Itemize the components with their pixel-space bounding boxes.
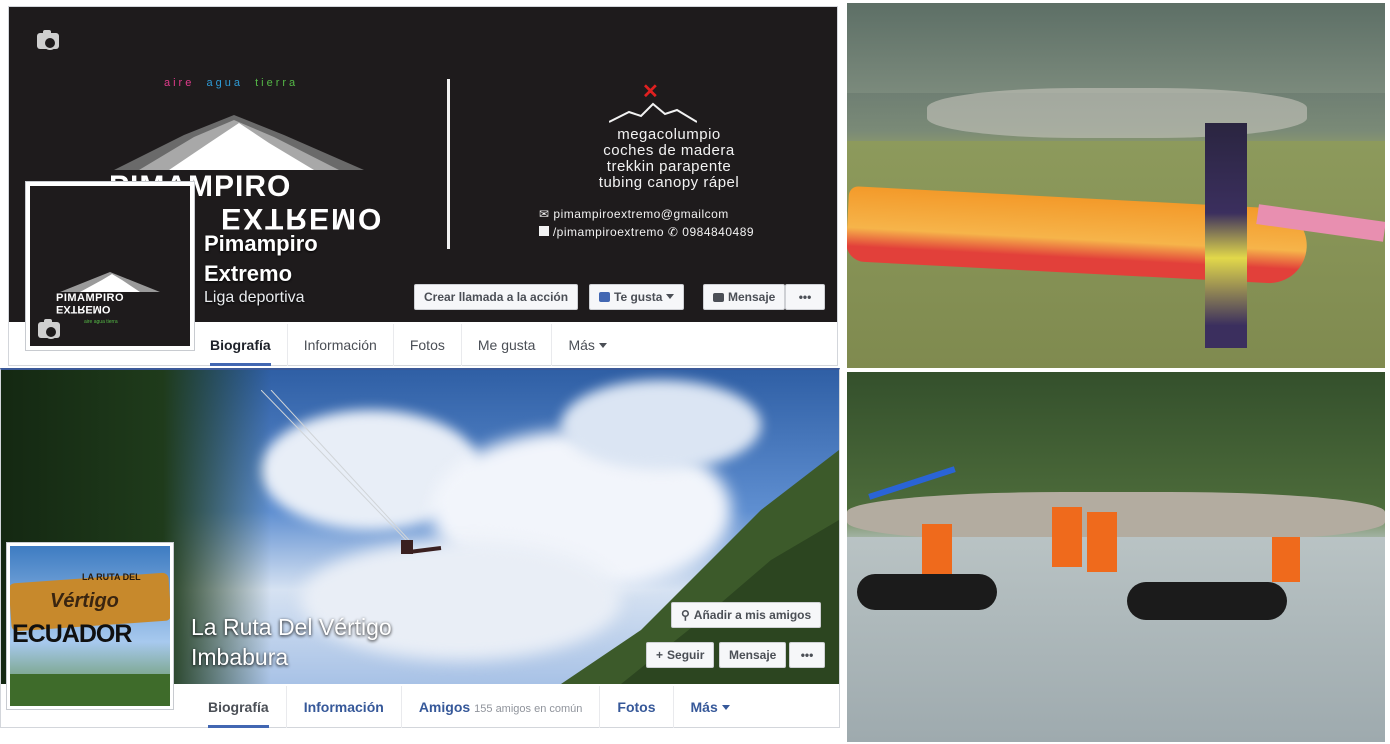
add-friend-label: Añadir a mis amigos [693, 608, 812, 622]
chevron-down-icon [666, 294, 675, 299]
tab-biografia[interactable]: Biografía [191, 686, 287, 728]
chevron-down-icon [598, 343, 607, 348]
tab-mas-label: Más [568, 337, 595, 353]
tagline-word: tierra [255, 77, 299, 89]
person [1052, 507, 1082, 567]
person [1272, 537, 1300, 582]
tab-mas-label: Más [690, 699, 718, 715]
tab-fotos[interactable]: Fotos [394, 324, 462, 366]
page-category[interactable]: Liga deportiva [204, 289, 305, 307]
plus-icon: + [656, 648, 664, 662]
tab-informacion[interactable]: Información [288, 324, 394, 366]
chevron-down-icon [721, 705, 730, 710]
logo-text-middle: Vértigo [50, 590, 119, 612]
message-button[interactable]: Mensaje [703, 284, 786, 310]
page-title[interactable]: Pimampiro Extremo [204, 229, 318, 289]
facebook-profile-la-ruta: La Ruta Del Vértigo Imbabura ⚲ Añadir a m… [0, 368, 840, 728]
town [927, 88, 1307, 138]
profile-name[interactable]: La Ruta Del Vértigo Imbabura [191, 612, 392, 672]
phone-number: 0984840489 [682, 225, 755, 239]
follow-label: Seguir [667, 648, 705, 662]
tagline-word: aire [164, 77, 195, 89]
profile-picture[interactable]: PIMAMPIRO EXTREMO aire agua tierra [25, 181, 195, 351]
tab-informacion[interactable]: Información [287, 686, 402, 728]
facebook-page-pimampiro: aire agua tierra PIMAMPIRO EXTREMO ✕ meg… [8, 6, 838, 366]
camera-icon[interactable] [38, 319, 60, 339]
paragliding-photo[interactable] [847, 3, 1385, 368]
services-list: megacolumpio coches de madera trekkin pa… [569, 127, 769, 191]
facebook-icon [539, 226, 549, 236]
service-item: tubing canopy rápel [598, 174, 740, 191]
like-label: Te gusta [614, 290, 663, 304]
mountain-line-icon [609, 102, 697, 123]
message-label: Mensaje [728, 290, 776, 304]
mountain-logo [60, 272, 160, 292]
profile-name-line: Imbabura [191, 644, 289, 670]
profile-tabs: Biografía Información Amigos 155 amigos e… [191, 686, 747, 728]
person [922, 524, 952, 574]
tree-line [10, 674, 170, 706]
tab-amigos-label: Amigos [418, 699, 471, 715]
red-x-mark: ✕ [642, 81, 659, 103]
avatar-tagline: aire agua tierra [84, 319, 118, 325]
message-icon [713, 293, 724, 302]
profile-name-line: La Ruta Del Vértigo [191, 614, 392, 640]
mountain-logo [114, 115, 364, 170]
more-options-button[interactable]: ••• [789, 642, 825, 668]
logo-text-bottom: ECUADOR [12, 620, 132, 648]
avatar-brand-bottom: EXTREMO [56, 303, 111, 315]
page-title-line: Pimampiro [204, 231, 318, 256]
camera-icon[interactable] [37, 30, 59, 50]
cover-divider [447, 79, 450, 249]
phone-icon: ✆ [667, 225, 679, 239]
tab-biografia[interactable]: Biografía [194, 324, 288, 366]
person [1205, 123, 1247, 348]
cover-tagline: aire agua tierra [164, 77, 298, 89]
like-button[interactable]: Te gusta [589, 284, 685, 310]
tubing-photo[interactable] [847, 372, 1385, 742]
follow-button[interactable]: + Seguir [646, 642, 715, 668]
social-handle: /pimampiroextremo [552, 225, 665, 239]
contact-info: ✉ pimampiroextremo@gmailcom /pimampiroex… [539, 205, 754, 241]
service-item: trekkin parapente [606, 158, 732, 175]
tab-mas[interactable]: Más [552, 324, 622, 366]
mountains [847, 3, 1385, 93]
page-title-line: Extremo [204, 261, 293, 286]
tube [857, 574, 997, 610]
service-item: coches de madera [603, 142, 735, 159]
logo-text-top: LA RUTA DEL [82, 572, 141, 582]
tab-amigos[interactable]: Amigos 155 amigos en común [402, 686, 601, 728]
email-text: pimampiroextremo@gmailcom [553, 207, 729, 221]
tab-mas[interactable]: Más [674, 686, 747, 728]
person-add-icon: ⚲ [681, 608, 690, 622]
create-call-to-action-button[interactable]: Crear llamada a la acción [414, 284, 579, 310]
tube [1127, 582, 1287, 620]
swing-rope [261, 390, 442, 554]
like-thumb-icon [599, 292, 610, 302]
tagline-word: agua [206, 77, 243, 89]
add-friend-button[interactable]: ⚲ Añadir a mis amigos [671, 602, 822, 628]
message-button[interactable]: Mensaje [719, 642, 787, 668]
more-options-button[interactable]: ••• [785, 284, 825, 310]
service-item: megacolumpio [617, 126, 721, 143]
profile-picture[interactable]: LA RUTA DEL Vértigo ECUADOR [6, 542, 174, 710]
tab-me-gusta[interactable]: Me gusta [462, 324, 553, 366]
envelope-icon: ✉ [539, 207, 550, 221]
person [1087, 512, 1117, 572]
tab-fotos[interactable]: Fotos [600, 686, 674, 728]
mutual-friends-count: 155 amigos en común [474, 703, 583, 715]
page-tabs: Biografía Información Fotos Me gusta Más [194, 324, 623, 366]
